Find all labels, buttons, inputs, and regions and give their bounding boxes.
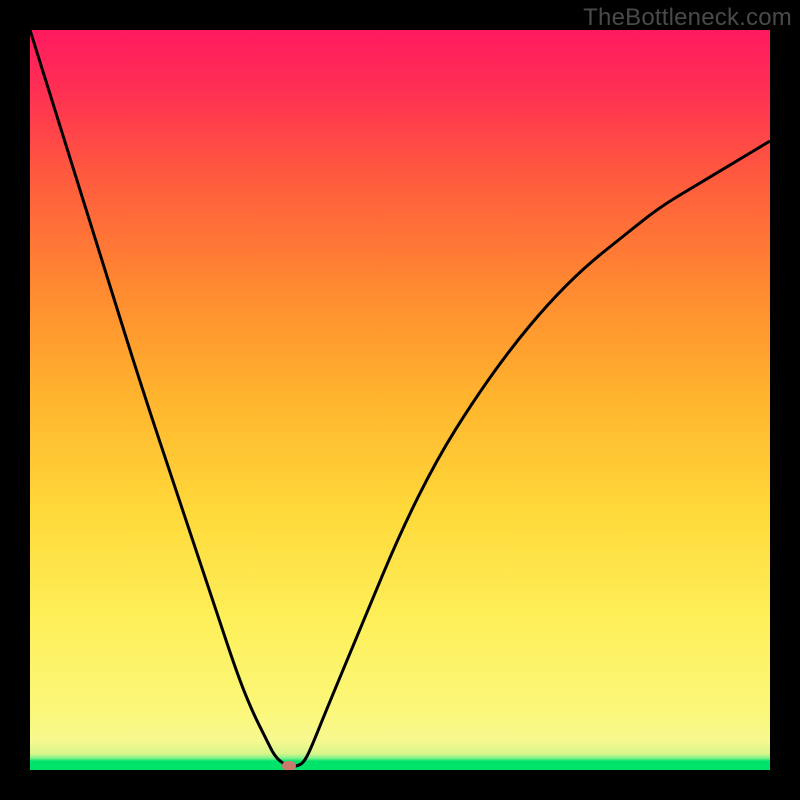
chart-frame: TheBottleneck.com	[0, 0, 800, 800]
watermark-text: TheBottleneck.com	[583, 4, 792, 32]
optimal-point-marker	[282, 761, 296, 770]
plot-area	[30, 30, 770, 770]
curve-path	[30, 30, 770, 766]
bottleneck-curve	[30, 30, 770, 770]
